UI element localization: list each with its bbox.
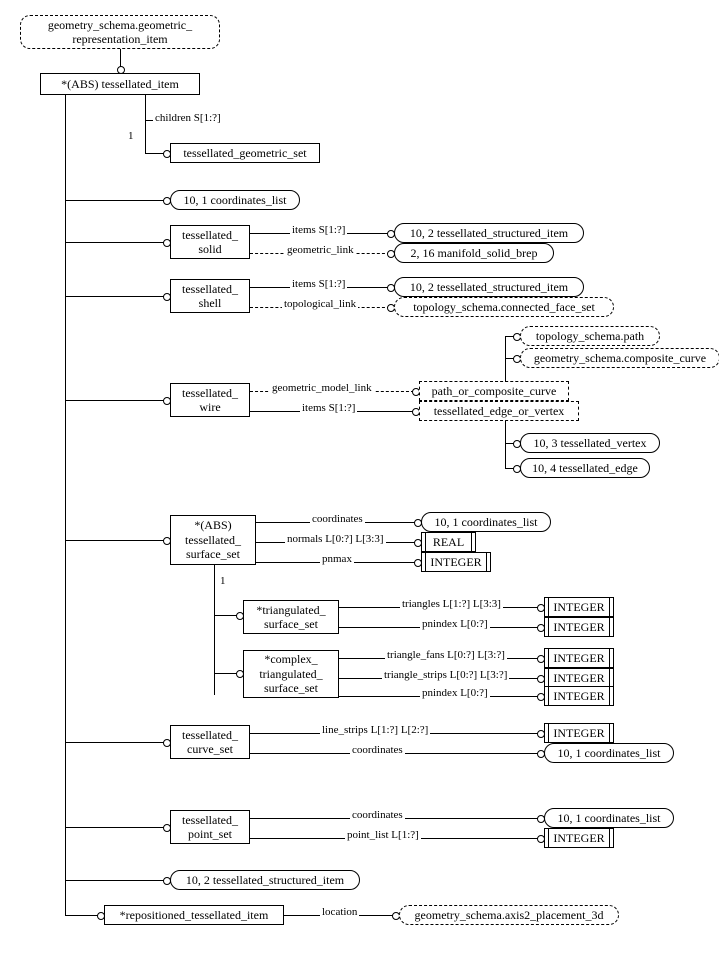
bottom-struct-box: 10, 2 tessellated_structured_item [170, 870, 360, 890]
tri-surface-set-text: *triangulated_ surface_set [256, 603, 325, 632]
composite-curve-text: geometry_schema.composite_curve [534, 351, 706, 365]
complex-pnindex-label: pnindex L[0:?] [420, 687, 490, 699]
one-label-2: 1 [220, 575, 226, 587]
express-g-diagram: geometry_schema.geometric_ representatio… [10, 10, 710, 950]
int-cx-1-text: INTEGER [553, 651, 604, 665]
wire-geom-link-label: geometric_model_link [270, 382, 374, 394]
tess-point-set-text: tessellated_ point_set [182, 813, 238, 842]
repositioned-text: *repositioned_tessellated_item [120, 908, 269, 922]
int-cx-2-text: INTEGER [553, 671, 604, 685]
shell-struct-text: 10, 2 tessellated_structured_item [410, 280, 568, 294]
tess-edge-text: 10, 4 tessellated_edge [532, 461, 638, 475]
ps-point-list-label: point_list L[1:?] [345, 829, 421, 841]
complex-tri-box: *complex_ triangulated_ surface_set [243, 650, 339, 698]
int-cs-text: INTEGER [553, 726, 604, 740]
int-pnmax-box: INTEGER [421, 552, 491, 572]
edge-or-vertex-text: tessellated_edge_or_vertex [434, 404, 565, 418]
ss-pnmax-label: pnmax [320, 553, 354, 565]
tess-vertex-box: 10, 3 tessellated_vertex [520, 433, 660, 453]
axis2-text: geometry_schema.axis2_placement_3d [415, 908, 604, 922]
ps-coord-list-text: 10, 1 coordinates_list [558, 811, 661, 825]
path-or-curve-text: path_or_composite_curve [432, 384, 557, 398]
ss-coord-label: coordinates [310, 513, 365, 525]
cs-line-strips-label: line_strips L[1:?] L[2:?] [320, 724, 430, 736]
int-pnmax-text: INTEGER [430, 555, 481, 569]
ss-coord-list-text: 10, 1 coordinates_list [435, 515, 538, 529]
shell-items-label: items S[1:?] [290, 278, 347, 290]
edge-or-vertex-box: tessellated_edge_or_vertex [419, 401, 579, 421]
solid-struct-text: 10, 2 tessellated_structured_item [410, 226, 568, 240]
int-tri-1-text: INTEGER [553, 600, 604, 614]
children-label: children S[1:?] [153, 112, 223, 124]
ss-coord-list-box: 10, 1 coordinates_list [421, 512, 551, 532]
wire-items-label: items S[1:?] [300, 402, 357, 414]
complex-fans-label: triangle_fans L[0:?] L[3:?] [385, 649, 507, 661]
cs-coord-list-box: 10, 1 coordinates_list [544, 743, 674, 763]
int-cx-2-box: INTEGER [544, 668, 614, 688]
tess-surface-set-text: *(ABS) tessellated_ surface_set [185, 518, 241, 561]
repositioned-box: *repositioned_tessellated_item [104, 905, 284, 925]
int-ps-box: INTEGER [544, 828, 614, 848]
int-cx-3-box: INTEGER [544, 686, 614, 706]
shell-face-set-box: topology_schema.connected_face_set [394, 297, 614, 317]
solid-geom-link-label: geometric_link [285, 244, 356, 256]
real-box: REAL [421, 532, 476, 552]
cs-coord-list-text: 10, 1 coordinates_list [558, 746, 661, 760]
abs-tessellated-item-box: *(ABS) tessellated_item [40, 73, 200, 95]
cs-coord-label: coordinates [350, 744, 405, 756]
path-or-curve-box: path_or_composite_curve [419, 381, 569, 401]
solid-items-label: items S[1:?] [290, 224, 347, 236]
tess-solid-box: tessellated_ solid [170, 225, 250, 259]
ss-normals-label: normals L[0:?] L[3:3] [285, 533, 386, 545]
solid-manifold-text: 2, 16 manifold_solid_brep [411, 246, 538, 260]
abs-tessellated-item-text: *(ABS) tessellated_item [61, 77, 179, 91]
int-cx-3-text: INTEGER [553, 689, 604, 703]
real-text: REAL [433, 535, 464, 549]
tri-pnindex-label: pnindex L[0:?] [420, 618, 490, 630]
shell-topo-link-label: topological_link [282, 298, 358, 310]
tess-vertex-text: 10, 3 tessellated_vertex [534, 436, 647, 450]
tess-wire-box: tessellated_ wire [170, 383, 250, 417]
ps-coord-list-box: 10, 1 coordinates_list [544, 808, 674, 828]
int-cs-box: INTEGER [544, 723, 614, 743]
root-schema-box: geometry_schema.geometric_ representatio… [20, 15, 220, 49]
axis2-box: geometry_schema.axis2_placement_3d [399, 905, 619, 925]
int-tri-1-box: INTEGER [544, 597, 614, 617]
int-ps-text: INTEGER [553, 831, 604, 845]
tess-shell-box: tessellated_ shell [170, 279, 250, 313]
location-label: location [320, 906, 359, 918]
complex-strips-label: triangle_strips L[0:?] L[3:?] [382, 669, 509, 681]
composite-curve-box: geometry_schema.composite_curve [520, 348, 719, 368]
tess-geometric-set-box: tessellated_geometric_set [170, 143, 320, 163]
solid-struct-box: 10, 2 tessellated_structured_item [394, 223, 584, 243]
tess-shell-text: tessellated_ shell [182, 282, 238, 311]
coord-list-ref-box: 10, 1 coordinates_list [170, 190, 300, 210]
shell-face-set-text: topology_schema.connected_face_set [413, 300, 595, 314]
tess-edge-box: 10, 4 tessellated_edge [520, 458, 650, 478]
tess-wire-text: tessellated_ wire [182, 386, 238, 415]
tri-triangles-label: triangles L[1:?] L[3:3] [400, 598, 503, 610]
solid-manifold-box: 2, 16 manifold_solid_brep [394, 243, 554, 263]
tess-curve-set-box: tessellated_ curve_set [170, 725, 250, 759]
int-tri-2-box: INTEGER [544, 617, 614, 637]
bottom-struct-text: 10, 2 tessellated_structured_item [186, 873, 344, 887]
tri-surface-set-box: *triangulated_ surface_set [243, 600, 339, 634]
tess-curve-set-text: tessellated_ curve_set [182, 728, 238, 757]
one-label-1: 1 [128, 130, 134, 142]
complex-tri-text: *complex_ triangulated_ surface_set [259, 652, 322, 695]
int-cx-1-box: INTEGER [544, 648, 614, 668]
int-tri-2-text: INTEGER [553, 620, 604, 634]
topo-path-box: topology_schema.path [520, 326, 660, 346]
tess-point-set-box: tessellated_ point_set [170, 810, 250, 844]
tess-surface-set-box: *(ABS) tessellated_ surface_set [170, 515, 256, 565]
ps-coord-label: coordinates [350, 809, 405, 821]
root-schema-text: geometry_schema.geometric_ representatio… [48, 18, 192, 47]
tess-solid-text: tessellated_ solid [182, 228, 238, 257]
tess-geometric-set-text: tessellated_geometric_set [183, 146, 306, 160]
coord-list-ref-text: 10, 1 coordinates_list [184, 193, 287, 207]
topo-path-text: topology_schema.path [536, 329, 644, 343]
shell-struct-box: 10, 2 tessellated_structured_item [394, 277, 584, 297]
